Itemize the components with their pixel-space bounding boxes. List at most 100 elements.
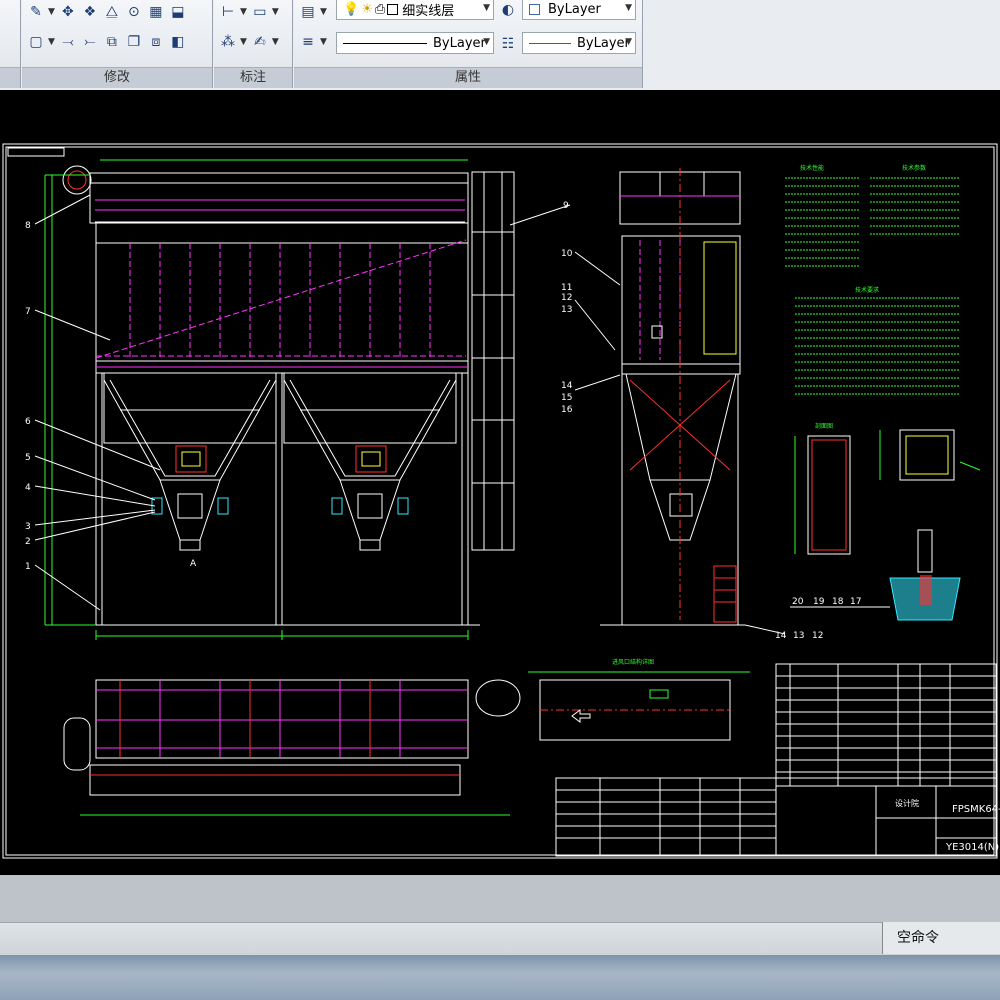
part-number-14: 14 — [561, 381, 573, 391]
part-number-1: 1 — [25, 562, 31, 572]
title-block-company: 设计院 — [895, 798, 919, 808]
multileader-icon[interactable]: ⁂ — [218, 32, 238, 52]
ribbon: ✎ ▼ ✥ ❖ ⧋ ⊙ ▦ ⬓ ▢ ▼ ⤙ ⤚ ⧉ ❐ ⧈ ◧ 修改 ⊢ ▼ ▭ ▼ ⁂… — [0, 0, 1000, 90]
dropdown-arrow-icon: ▼ — [625, 3, 632, 13]
panel-title-properties[interactable]: 属性 — [294, 67, 642, 88]
ribbon-panel-properties: ▤ ▼ 💡 ☀ ⎙ 细实线层 ▼ ◐ ByLayer ▼ ≡ ▼ ByLayer ▼… — [294, 0, 643, 88]
part-number-b13: 13 — [793, 631, 804, 641]
part-number-7: 7 — [25, 307, 31, 317]
front-view — [34, 159, 571, 640]
dropdown-arrow-icon[interactable]: ▼ — [320, 37, 327, 47]
dropdown-arrow-icon[interactable]: ▼ — [48, 7, 55, 17]
ribbon-panel-annotation: ⊢ ▼ ▭ ▼ ⁂ ▼ ✍ ▼ 标注 — [214, 0, 293, 88]
panel-title-modify[interactable]: 修改 — [22, 67, 212, 88]
tech-spec-title: 技术性能 — [800, 164, 824, 172]
color-combo-value: ByLayer — [548, 1, 601, 17]
part-number-19: 19 — [813, 597, 825, 607]
grid-icon[interactable]: ▦ — [146, 2, 166, 22]
lineweight-combo[interactable]: ByLayer ▼ — [336, 32, 494, 54]
panel-title-annotation[interactable]: 标注 — [214, 67, 292, 88]
part-number-20: 20 — [792, 597, 804, 607]
view-label-a: A — [190, 559, 197, 569]
technical-notes — [785, 177, 960, 395]
desktop-taskbar — [0, 955, 1000, 1000]
move-icon[interactable]: ✥ — [58, 2, 78, 22]
part-number-5: 5 — [25, 453, 31, 463]
part-number-18: 18 — [832, 597, 844, 607]
layer-color-swatch — [387, 3, 399, 15]
ribbon-panel-left-edge — [0, 0, 21, 88]
copy-icon[interactable]: ❐ — [124, 32, 144, 52]
dropdown-arrow-icon[interactable]: ▼ — [240, 37, 247, 47]
color-combo[interactable]: ByLayer ▼ — [522, 0, 636, 20]
rectangle-icon[interactable]: ▢ — [26, 32, 46, 52]
part-number-b12: 12 — [812, 631, 823, 641]
inlet-detail — [528, 671, 750, 741]
title-block-code: YE3014(N)3.0 — [945, 842, 1000, 853]
drawing-svg[interactable]: .w{stroke:#fff;fill:none;stroke-width:1}… — [0, 90, 1000, 875]
part-number-12: 12 — [561, 293, 572, 303]
part-number-b14: 14 — [775, 631, 787, 641]
dropdown-arrow-icon[interactable]: ▼ — [240, 7, 247, 17]
layer-properties-icon[interactable]: ▤ — [298, 2, 318, 22]
dropdown-arrow-icon[interactable]: ▼ — [272, 7, 279, 17]
extend-icon[interactable]: ⤚ — [80, 32, 100, 52]
mirror-icon[interactable]: ⧋ — [102, 2, 122, 22]
part-number-11: 11 — [561, 283, 572, 293]
linetype-icon[interactable]: ☷ — [498, 34, 518, 54]
lineweight-icon[interactable]: ≡ — [298, 32, 318, 52]
linetype-combo[interactable]: ByLayer ▼ — [522, 32, 636, 54]
lightbulb-icon: 💡 — [343, 1, 360, 17]
part-number-9: 9 — [563, 201, 569, 211]
part-number-13: 13 — [561, 305, 572, 315]
trim-icon[interactable]: ⤙ — [58, 32, 78, 52]
color-wheel-icon[interactable]: ◐ — [498, 0, 518, 20]
dropdown-arrow-icon[interactable]: ▼ — [320, 7, 327, 17]
dropdown-arrow-icon: ▼ — [483, 37, 490, 47]
text-edit-icon[interactable]: ✍ — [250, 32, 270, 52]
title-block-model: FPSMK64-6 — [952, 804, 1000, 815]
part-number-2: 2 — [25, 537, 31, 547]
command-bar[interactable] — [0, 922, 1000, 955]
command-label: 空命令 — [882, 922, 1000, 954]
dropdown-arrow-icon[interactable]: ▼ — [48, 37, 55, 47]
lineweight-line — [343, 42, 427, 44]
detail-title-1: 剖面图 — [815, 422, 833, 430]
plan-view — [63, 679, 521, 816]
part-number-8: 8 — [25, 221, 31, 231]
part-number-6: 6 — [25, 417, 31, 427]
dropdown-arrow-icon: ▼ — [625, 37, 632, 47]
part-number-10: 10 — [561, 249, 573, 259]
tech-spec-title-2: 技术参数 — [902, 164, 926, 172]
part-number-4: 4 — [25, 483, 31, 493]
dropdown-arrow-icon[interactable]: ▼ — [272, 37, 279, 47]
linetype-combo-value: ByLayer — [577, 35, 630, 51]
offset-icon[interactable]: ⧈ — [146, 32, 166, 52]
printer-icon: ⎙ — [374, 1, 386, 17]
ribbon-panel-modify: ✎ ▼ ✥ ❖ ⧋ ⊙ ▦ ⬓ ▢ ▼ ⤙ ⤚ ⧉ ❐ ⧈ ◧ 修改 — [22, 0, 213, 88]
part-number-16: 16 — [561, 405, 573, 415]
detail-title-2: 进风口结构详图 — [612, 658, 654, 666]
brush-icon[interactable]: ✎ — [26, 2, 46, 22]
sun-icon: ☀ — [361, 1, 373, 17]
lineweight-combo-value: ByLayer — [433, 35, 486, 51]
layer-combo[interactable]: 💡 ☀ ⎙ 细实线层 ▼ — [336, 0, 494, 20]
side-view — [574, 168, 786, 635]
array-icon[interactable]: ❖ — [80, 2, 100, 22]
layer-combo-value: 细实线层 — [402, 3, 455, 19]
stretch-icon[interactable]: ⬓ — [168, 2, 188, 22]
part-number-17: 17 — [850, 597, 861, 607]
tech-req-title: 技术要求 — [855, 286, 879, 294]
table-icon[interactable]: ▭ — [250, 2, 270, 22]
linear-dimension-icon[interactable]: ⊢ — [218, 2, 238, 22]
color-swatch — [529, 3, 540, 15]
scale-icon[interactable]: ◧ — [168, 32, 188, 52]
drawing-code-box — [7, 147, 65, 157]
rotate-icon[interactable]: ⊙ — [124, 2, 144, 22]
drawing-canvas[interactable]: .w{stroke:#fff;fill:none;stroke-width:1}… — [0, 90, 1000, 875]
linetype-line — [529, 42, 571, 44]
part-number-15: 15 — [561, 393, 572, 403]
parts-list-table — [555, 663, 997, 857]
dropdown-arrow-icon: ▼ — [483, 3, 490, 13]
explode-icon[interactable]: ⧉ — [102, 32, 122, 52]
